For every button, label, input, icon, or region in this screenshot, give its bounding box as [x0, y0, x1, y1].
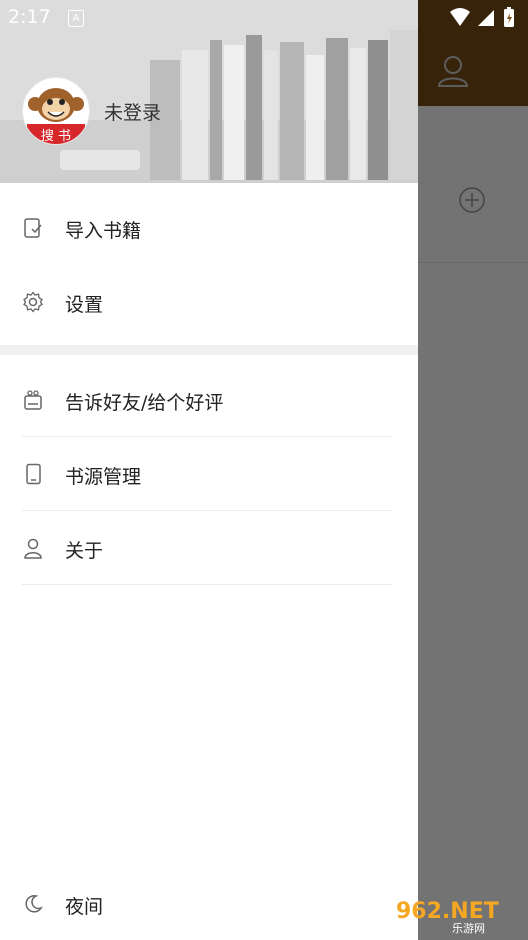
avatar-text: 搜 书 [41, 129, 71, 144]
status-bar: 2:17 A [0, 0, 528, 36]
watermark-logo: 962.NET 乐游网 [396, 899, 499, 934]
wifi-icon [450, 8, 470, 26]
menu-item-label: 关于 [65, 540, 104, 562]
menu-item-label: 夜间 [65, 896, 104, 918]
monkey-logo-icon: 搜 书 [23, 78, 89, 144]
watermark-subtext: 乐游网 [452, 922, 485, 934]
menu-item-label: 设置 [65, 294, 104, 316]
menu-item-label: 导入书籍 [65, 220, 142, 242]
menu-item-night-mode[interactable]: 夜间 [0, 867, 418, 940]
menu-item-settings[interactable]: 设置 [0, 265, 418, 339]
gift-icon [24, 390, 42, 410]
gear-icon [23, 291, 43, 313]
status-time: 2:17 [8, 6, 51, 28]
signal-icon [478, 10, 494, 26]
menu-item-share[interactable]: 告诉好友/给个好评 [0, 363, 418, 437]
menu-item-import-books[interactable]: 导入书籍 [0, 191, 418, 265]
menu-item-label: 告诉好友/给个好评 [65, 392, 224, 414]
navigation-drawer: 搜 书 未登录 导入书籍 设置 告诉好友/给个好评 书源管理 关于 夜间 [0, 0, 418, 940]
watermark-text: 962.NET [396, 899, 499, 924]
status-icons [450, 7, 514, 27]
notification-icon: A [68, 10, 84, 27]
phone-icon [26, 463, 41, 485]
item-divider [22, 584, 392, 585]
moon-icon [25, 895, 43, 913]
person-icon [24, 538, 42, 559]
section-divider [0, 345, 418, 355]
user-name[interactable]: 未登录 [104, 98, 161, 125]
import-book-icon [24, 218, 42, 238]
menu-item-about[interactable]: 关于 [0, 511, 418, 585]
menu-item-label: 书源管理 [65, 466, 142, 488]
menu-item-book-sources[interactable]: 书源管理 [0, 437, 418, 511]
avatar[interactable]: 搜 书 [22, 77, 90, 145]
